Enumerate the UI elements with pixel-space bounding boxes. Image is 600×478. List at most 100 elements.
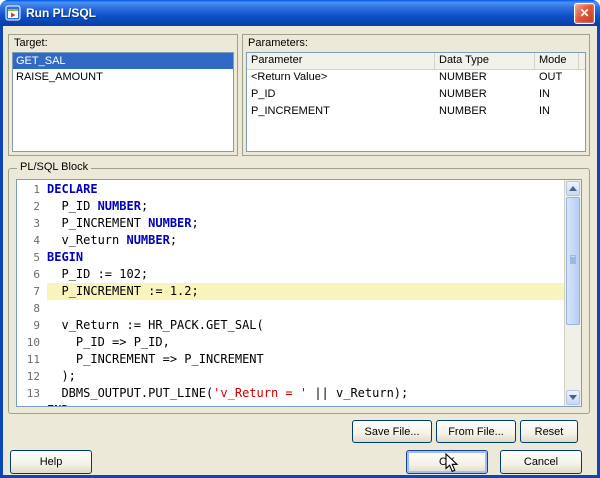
code-segment: ; [191,216,199,230]
parameter-cell: <Return Value> [251,71,328,83]
from-file-button[interactable]: From File... [436,420,516,443]
code-line-text: BEGIN [47,249,564,266]
parameters-column-header[interactable]: Parameter [247,53,435,69]
parameter-row[interactable]: P_INCREMENT NUMBER IN [247,104,585,121]
code-line-text: END; [47,402,564,406]
code-line-text: ); [47,368,564,385]
parameter-cell: NUMBER [439,105,487,117]
help-button[interactable]: Help [10,450,92,474]
cancel-button[interactable]: Cancel [500,450,582,474]
plsql-block-label: PL/SQL Block [17,161,92,173]
target-list-item[interactable]: RAISE_AMOUNT [13,69,233,85]
code-line-text: DBMS_OUTPUT.PUT_LINE('v_Return = ' || v_… [47,385,564,402]
target-panel: Target: GET_SAL RAISE_AMOUNT [8,34,238,156]
code-segment: P_ID [47,199,98,213]
line-number: 5 [33,251,40,264]
code-line-text: P_ID => P_ID, [47,334,564,351]
code-line[interactable]: 12 ); [17,368,564,385]
code-line[interactable]: 3 P_INCREMENT NUMBER; [17,215,564,232]
close-icon: ✕ [579,6,590,20]
code-lines[interactable]: 1 DECLARE 2 P_ID NUMBER; 3 P_INCREMENT NUMB… [17,181,564,406]
code-line-text: P_INCREMENT NUMBER; [47,215,564,232]
run-plsql-dialog: Run PL/SQL ✕ Target: GET_SAL RAISE_AMOUNT… [0,0,600,478]
line-number: 12 [26,370,40,383]
code-line[interactable]: 9 v_Return := HR_PACK.GET_SAL( [17,317,564,334]
code-line-text: P_ID := 102; [47,266,564,283]
code-segment: END; [47,403,76,406]
code-segment: P_ID := 102; [47,267,149,281]
code-line[interactable]: 4 v_Return NUMBER; [17,232,564,249]
reset-button[interactable]: Reset [520,420,578,443]
code-segment: BEGIN [47,250,84,264]
code-segment: NUMBER [97,199,141,213]
code-segment: P_INCREMENT [47,216,149,230]
parameters-panel: Parameters: Parameter Data Type Mode <Retu… [242,34,590,156]
line-number: 14 [17,402,47,406]
code-line[interactable]: 10 P_ID => P_ID, [17,334,564,351]
code-line[interactable]: 2 P_ID NUMBER; [17,198,564,215]
line-number: 9 [33,319,40,332]
code-line[interactable]: 8 [17,300,564,317]
line-number: 7 [33,285,40,298]
code-line-text: v_Return NUMBER; [47,232,564,249]
window-title: Run PL/SQL [26,6,96,20]
code-line[interactable]: 6 P_ID := 102; [17,266,564,283]
code-line[interactable]: 14END; [17,402,564,406]
code-segment: v_Return := HR_PACK.GET_SAL( [47,318,264,332]
code-line[interactable]: 1 DECLARE [17,181,564,198]
parameter-row-filler [579,104,585,121]
code-segment: NUMBER [148,216,192,230]
line-number: 2 [33,200,40,213]
line-number: 8 [33,302,40,315]
dialog-body: Target: GET_SAL RAISE_AMOUNT Parameters: … [3,26,597,475]
code-segment: ; [169,233,178,247]
code-segment: v_Return [47,233,127,247]
code-line-text: v_Return := HR_PACK.GET_SAL( [47,317,564,334]
parameters-column-header[interactable]: Data Type [435,53,535,69]
code-segment: P_INCREMENT => P_INCREMENT [47,352,264,366]
scrollbar-thumb[interactable] [566,197,580,325]
code-line[interactable]: 7 P_INCREMENT := 1.2; [17,283,564,300]
target-list-item[interactable]: GET_SAL [13,53,233,69]
arrow-up-icon [569,186,577,191]
editor-vertical-scrollbar[interactable] [564,180,581,406]
parameters-label: Parameters: [248,37,308,49]
code-segment: ); [47,369,76,383]
parameter-cell: IN [539,88,550,100]
parameter-row[interactable]: P_ID NUMBER IN [247,87,585,104]
scroll-down-button[interactable] [566,390,580,405]
ok-button[interactable]: OK [406,450,488,474]
parameter-row[interactable]: <Return Value> NUMBER OUT [247,70,585,87]
code-segment: ; [140,199,149,213]
scroll-up-button[interactable] [566,181,580,196]
plsql-code-editor[interactable]: 1 DECLARE 2 P_ID NUMBER; 3 P_INCREMENT NUMB… [16,179,582,407]
parameter-cell: IN [539,105,550,117]
code-segment: P_INCREMENT := 1.2; [47,284,199,298]
save-file-button[interactable]: Save File... [352,420,432,443]
code-line[interactable]: 11 P_INCREMENT => P_INCREMENT [17,351,564,368]
parameters-rows: <Return Value> NUMBER OUT P_ID NUMBER IN P_INC… [247,70,585,121]
parameter-cell: P_ID [251,88,276,100]
code-segment: 'v_Return = ' [213,386,308,400]
parameter-cell: P_INCREMENT [251,105,330,117]
line-number: 13 [26,387,40,400]
code-segment: NUMBER [126,233,170,247]
code-line-text: P_INCREMENT := 1.2; [47,283,564,300]
parameters-column-header[interactable]: Mode [535,53,579,69]
target-list[interactable]: GET_SAL RAISE_AMOUNT [12,52,234,152]
title-bar[interactable]: Run PL/SQL ✕ [0,0,600,26]
code-line[interactable]: 5 BEGIN [17,249,564,266]
line-number: 4 [33,234,40,247]
line-number: 6 [33,268,40,281]
line-number: 11 [26,353,40,366]
line-number: 1 [33,183,40,196]
code-line-text [47,300,564,317]
code-segment: P_ID => P_ID, [47,335,170,349]
parameters-table: Parameter Data Type Mode <Return Value> NUM… [246,52,586,152]
parameters-header-filler [579,53,585,69]
target-label: Target: [14,37,48,49]
close-button[interactable]: ✕ [574,2,595,24]
code-line[interactable]: 13 DBMS_OUTPUT.PUT_LINE('v_Return = ' ||… [17,385,564,402]
parameter-cell: NUMBER [439,71,487,83]
code-segment: DECLARE [47,182,98,196]
